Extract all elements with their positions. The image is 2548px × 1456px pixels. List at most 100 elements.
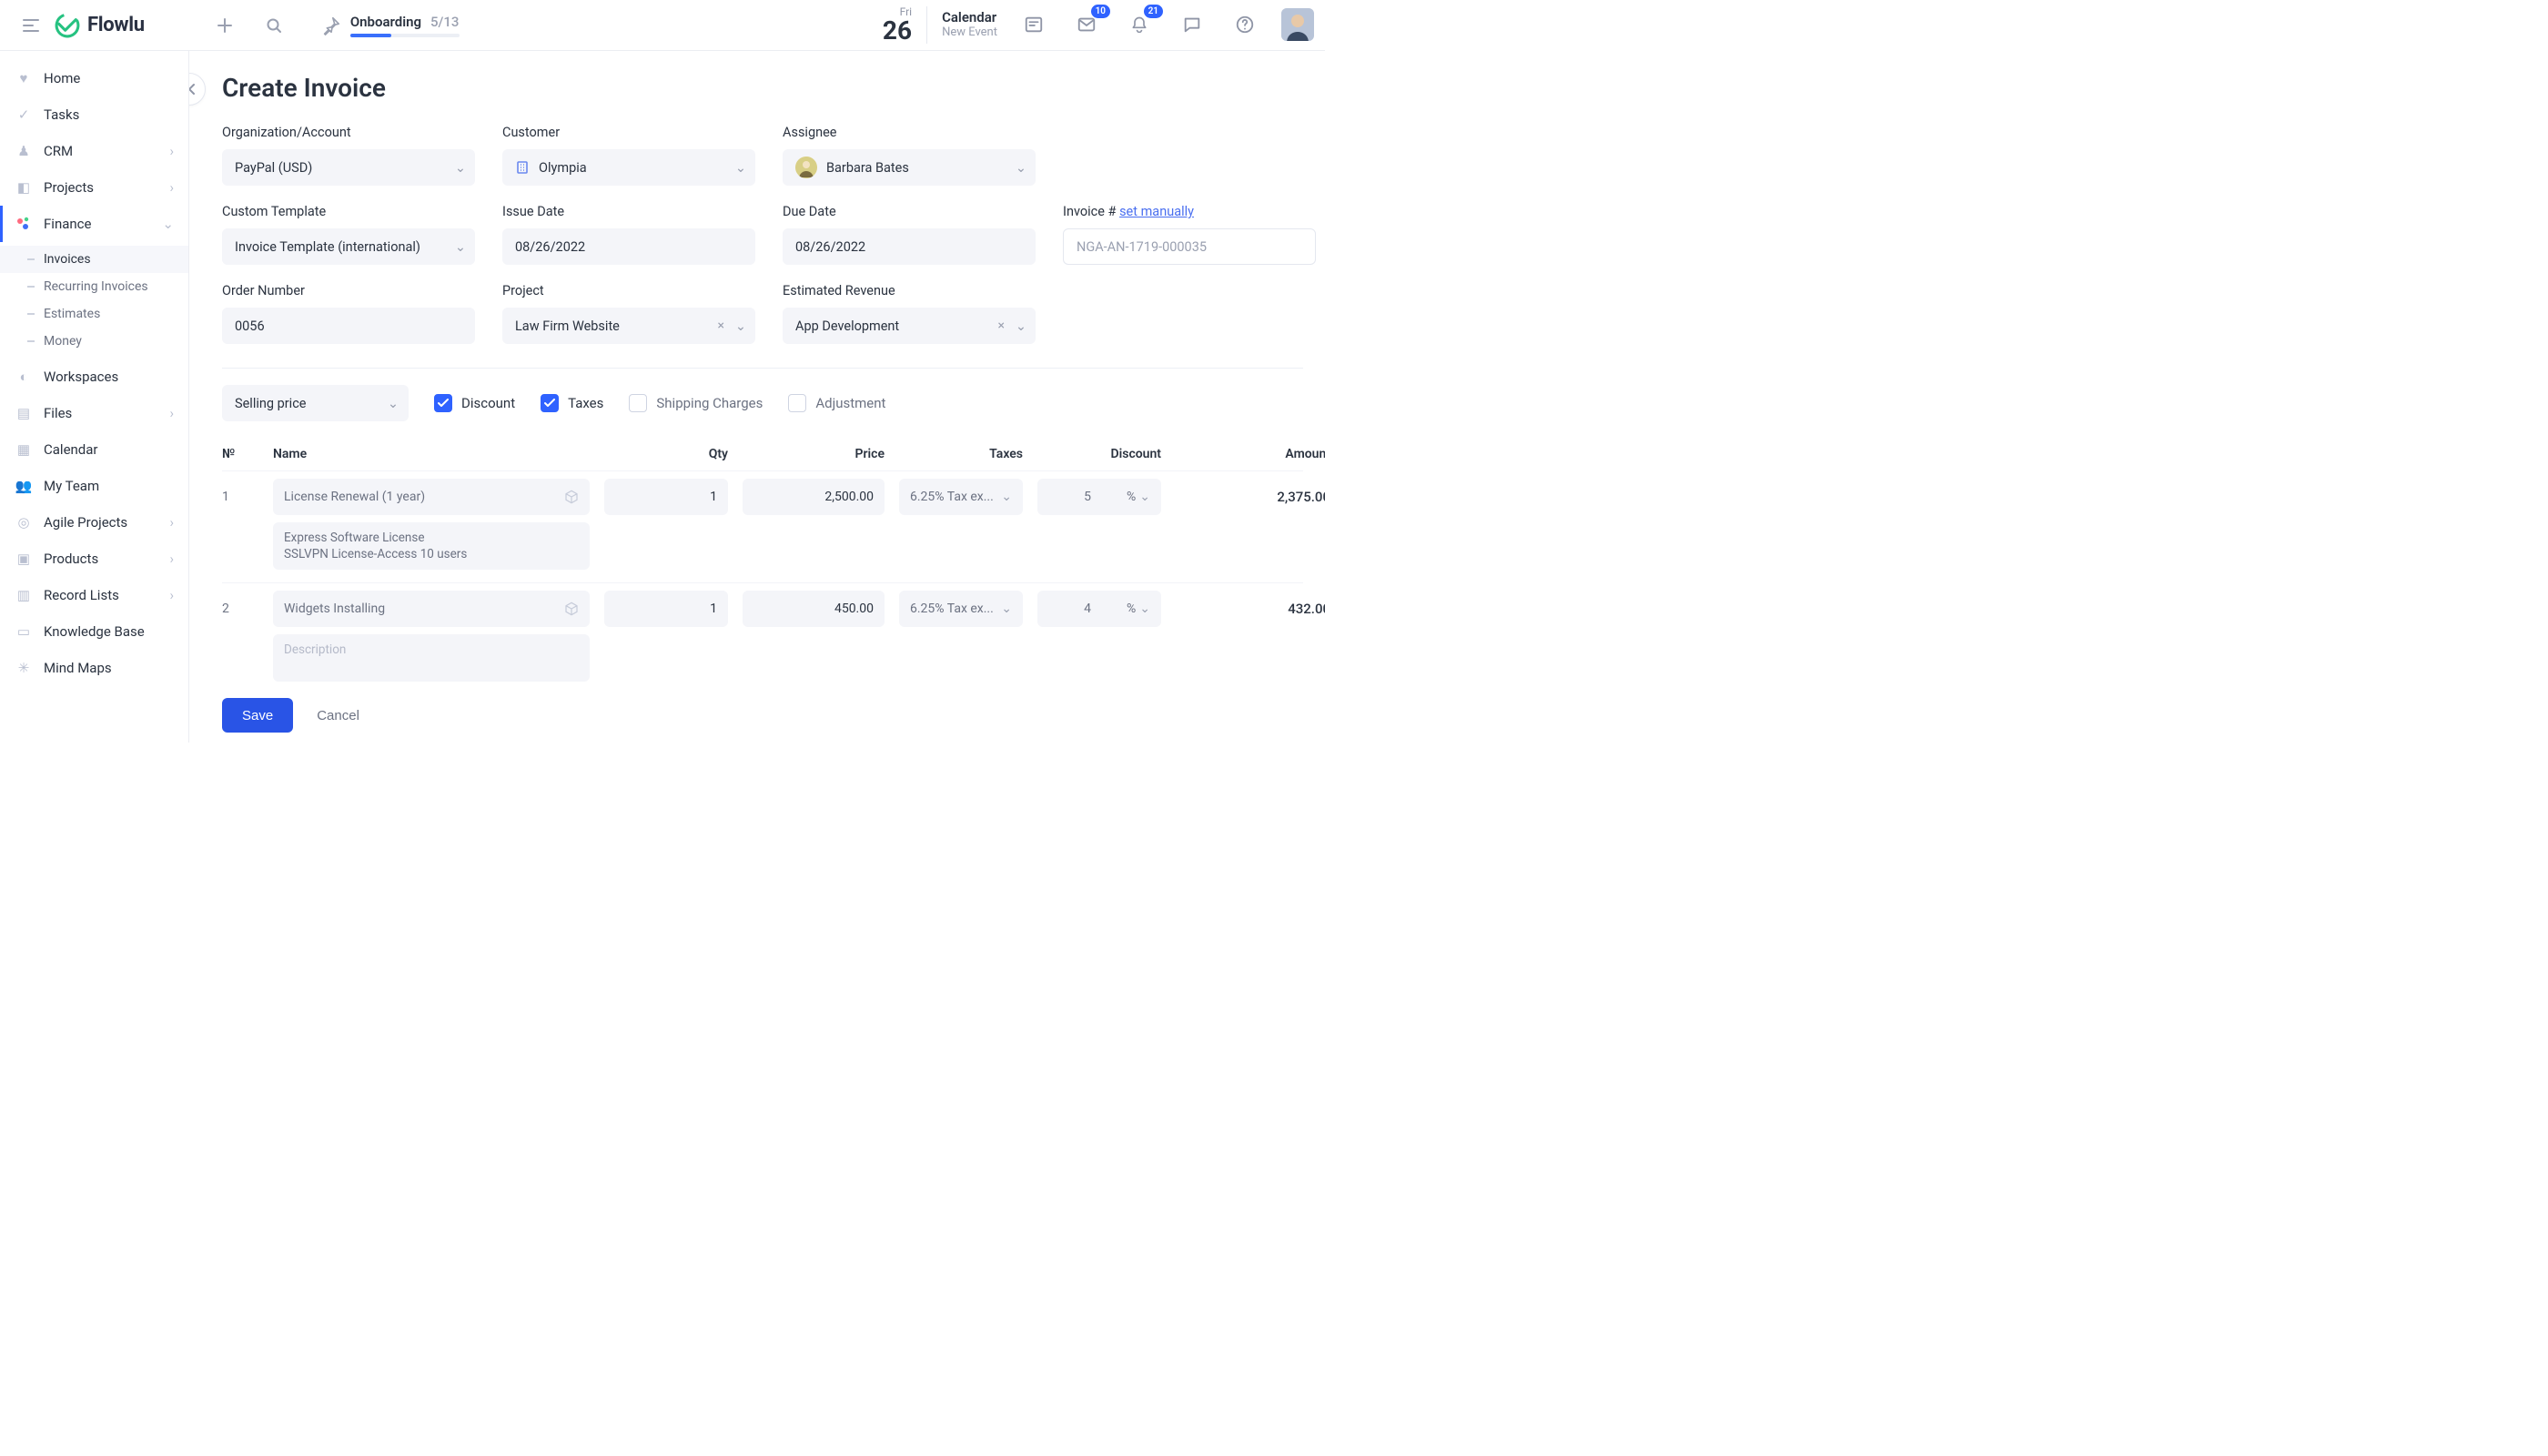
nav-label: Projects: [44, 179, 94, 196]
line-tax-select[interactable]: 6.25% Tax ex...⌄: [899, 591, 1023, 627]
nav-mindmaps[interactable]: ✳Mind Maps: [0, 650, 188, 686]
nav-recordlists[interactable]: ▥Record Lists›: [0, 577, 188, 613]
checkbox-discount[interactable]: Discount: [434, 394, 515, 412]
invoice-number-label: Invoice # set manually: [1063, 204, 1316, 219]
nav-label: Calendar: [44, 441, 98, 458]
nav-sub-invoices[interactable]: Invoices: [0, 246, 188, 273]
line-name-input[interactable]: Widgets Installing: [273, 591, 590, 627]
set-manually-link[interactable]: set manually: [1119, 204, 1194, 219]
chevron-down-icon: ⌄: [735, 318, 746, 334]
nav-files[interactable]: ▤Files›: [0, 395, 188, 431]
order-value: 0056: [235, 318, 265, 334]
line-description-input[interactable]: Express Software License SSLVPN License-…: [273, 522, 590, 570]
date-widget[interactable]: Fri 26: [883, 6, 927, 44]
nav-tasks[interactable]: ✓Tasks: [0, 96, 188, 133]
line-description-input[interactable]: Description: [273, 634, 590, 682]
chevron-right-icon: ›: [169, 587, 174, 603]
chat-icon[interactable]: [1178, 10, 1207, 39]
line-amount: 432.00: [1176, 601, 1325, 617]
cancel-button[interactable]: Cancel: [317, 708, 359, 723]
calendar-widget[interactable]: Calendar New Event: [942, 10, 997, 39]
calendar-new-event: New Event: [942, 26, 997, 40]
nav-sub-estimates[interactable]: Estimates: [0, 300, 188, 328]
order-input[interactable]: 0056: [222, 308, 475, 344]
org-value: PayPal (USD): [235, 160, 312, 176]
sidebar: ♥Home ✓Tasks ♟CRM› ◧Projects› Finance ⌄ …: [0, 51, 189, 743]
mail-icon[interactable]: 10: [1072, 10, 1101, 39]
brand[interactable]: Flowlu: [55, 13, 145, 38]
note-icon[interactable]: [1019, 10, 1048, 39]
projects-icon: ◧: [15, 178, 33, 197]
clear-icon[interactable]: ×: [718, 318, 724, 333]
assignee-select[interactable]: Barbara Bates ⌄: [783, 149, 1036, 186]
line-item: 1 License Renewal (1 year) 1 2,500.00 6.…: [222, 470, 1303, 522]
plus-icon[interactable]: [210, 11, 239, 40]
finance-icon: [15, 215, 33, 233]
discount-unit-select[interactable]: %⌄: [1127, 602, 1150, 616]
col-discount: Discount: [1037, 447, 1161, 461]
field-customer: Customer Olympia ⌄: [502, 125, 755, 186]
nav-sub-recurring[interactable]: Recurring Invoices: [0, 273, 188, 300]
line-discount-input[interactable]: 5 %⌄: [1037, 479, 1161, 515]
line-qty-input[interactable]: 1: [604, 591, 728, 627]
menu-icon[interactable]: [16, 11, 46, 40]
template-value: Invoice Template (international): [235, 239, 420, 255]
line-price-value: 450.00: [834, 602, 874, 616]
chevron-down-icon: ⌄: [1016, 160, 1026, 176]
revenue-value: App Development: [795, 318, 899, 334]
checkbox-taxes[interactable]: Taxes: [541, 394, 603, 412]
due-date-input[interactable]: 08/26/2022: [783, 228, 1036, 265]
nav-finance[interactable]: Finance ⌄: [0, 206, 188, 242]
nav-calendar[interactable]: ▦Calendar: [0, 431, 188, 468]
price-type-value: Selling price: [235, 396, 306, 411]
nav-crm[interactable]: ♟CRM›: [0, 133, 188, 169]
bell-icon[interactable]: 21: [1125, 10, 1154, 39]
discount-unit-select[interactable]: %⌄: [1127, 490, 1150, 504]
mindmap-icon: ✳: [15, 659, 33, 677]
nav-workspaces[interactable]: ◐Workspaces: [0, 359, 188, 395]
invoice-number-input[interactable]: NGA-AN-1719-000035: [1063, 228, 1316, 265]
search-icon[interactable]: [259, 11, 288, 40]
workspaces-icon: ◐: [15, 368, 33, 386]
files-icon: ▤: [15, 404, 33, 422]
nav-products[interactable]: ▣Products›: [0, 541, 188, 577]
pin-icon: [321, 15, 341, 35]
clear-icon[interactable]: ×: [998, 318, 1005, 333]
user-avatar[interactable]: [1281, 8, 1314, 41]
nav-sub-money[interactable]: Money: [0, 328, 188, 355]
line-discount-input[interactable]: 4 %⌄: [1037, 591, 1161, 627]
line-name-input[interactable]: License Renewal (1 year): [273, 479, 590, 515]
org-select[interactable]: PayPal (USD) ⌄: [222, 149, 475, 186]
invoice-no-text: Invoice #: [1063, 204, 1119, 219]
issue-date-input[interactable]: 08/26/2022: [502, 228, 755, 265]
close-button[interactable]: [189, 73, 206, 106]
nav-agile[interactable]: ◎Agile Projects›: [0, 504, 188, 541]
chevron-down-icon: ⌄: [1139, 602, 1150, 616]
options-row: Selling price ⌄ Discount Taxes Shipping …: [222, 385, 1303, 421]
sub-label: Money: [44, 334, 82, 349]
save-button[interactable]: Save: [222, 698, 293, 733]
checkbox-adjustment[interactable]: Adjustment: [788, 394, 885, 412]
nav-myteam[interactable]: 👥My Team: [0, 468, 188, 504]
main: Create Invoice Organization/Account PayP…: [189, 51, 1325, 743]
line-qty-input[interactable]: 1: [604, 479, 728, 515]
checkbox-shipping[interactable]: Shipping Charges: [629, 394, 763, 412]
help-icon[interactable]: [1230, 10, 1259, 39]
line-index: 1: [222, 490, 258, 504]
nav-kb[interactable]: ▭Knowledge Base: [0, 613, 188, 650]
nav-projects[interactable]: ◧Projects›: [0, 169, 188, 206]
field-revenue: Estimated Revenue App Development × ⌄: [783, 283, 1036, 344]
nav-home[interactable]: ♥Home: [0, 60, 188, 96]
line-price-input[interactable]: 450.00: [743, 591, 885, 627]
project-select[interactable]: Law Firm Website × ⌄: [502, 308, 755, 344]
date-day: 26: [883, 17, 912, 44]
revenue-select[interactable]: App Development × ⌄: [783, 308, 1036, 344]
nav-label: Tasks: [44, 106, 79, 123]
chevron-down-icon: ⌄: [1016, 318, 1026, 334]
line-price-input[interactable]: 2,500.00: [743, 479, 885, 515]
onboarding-widget[interactable]: Onboarding 5/13: [321, 13, 460, 37]
price-type-select[interactable]: Selling price ⌄: [222, 385, 409, 421]
line-tax-select[interactable]: 6.25% Tax ex...⌄: [899, 479, 1023, 515]
template-select[interactable]: Invoice Template (international) ⌄: [222, 228, 475, 265]
customer-select[interactable]: Olympia ⌄: [502, 149, 755, 186]
